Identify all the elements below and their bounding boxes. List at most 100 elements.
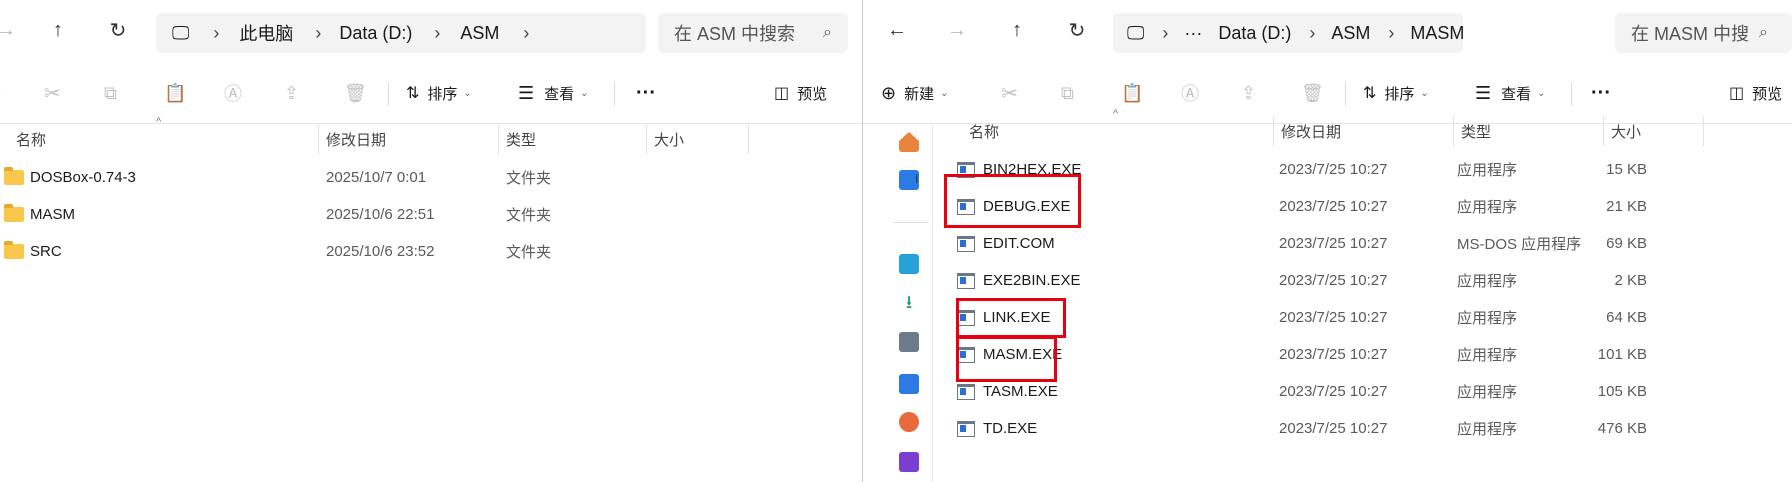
- preview-button[interactable]: ◫ 预览: [1729, 75, 1782, 111]
- file-date: 2025/10/6 23:52: [326, 243, 435, 260]
- nav-truncated-label: I: [915, 172, 919, 186]
- overflow-chevron-icon[interactable]: ›: [0, 75, 1, 111]
- share-icon[interactable]: ⇪: [284, 75, 299, 111]
- table-row[interactable]: LINK.EXE 2023/7/25 10:27 应用程序 64 KB: [957, 299, 1697, 336]
- column-divider[interactable]: [1453, 116, 1454, 146]
- breadcrumb-segment[interactable]: Data (D:): [339, 23, 412, 44]
- cut-icon[interactable]: ✂: [1001, 75, 1018, 111]
- column-header-name[interactable]: 名称: [969, 116, 999, 146]
- column-divider[interactable]: [1603, 116, 1604, 146]
- home-icon[interactable]: [899, 132, 919, 152]
- refresh-icon[interactable]: ↻: [104, 16, 132, 44]
- table-row[interactable]: EXE2BIN.EXE 2023/7/25 10:27 应用程序 2 KB: [957, 262, 1697, 299]
- chevron-right-icon[interactable]: ›: [1309, 23, 1315, 44]
- view-button[interactable]: ☰ 查看 ⌄: [518, 75, 589, 111]
- search-icon[interactable]: ⌕: [1759, 24, 1768, 42]
- column-header-date[interactable]: 修改日期: [1281, 116, 1341, 146]
- plus-circle-icon: ⊕: [881, 82, 897, 103]
- copy-icon[interactable]: ⧉: [104, 75, 117, 111]
- paste-icon[interactable]: 📋: [164, 75, 186, 111]
- refresh-icon[interactable]: ↻: [1063, 16, 1091, 44]
- view-button[interactable]: ☰ 查看 ⌄: [1475, 75, 1546, 111]
- table-row[interactable]: DOSBox-0.74-3 2025/10/7 0:01 文件夹: [4, 159, 844, 196]
- breadcrumb-segment[interactable]: 此电脑: [239, 20, 293, 46]
- paste-icon[interactable]: 📋: [1121, 75, 1143, 111]
- sort-button[interactable]: ⇅ 排序 ⌄: [1363, 75, 1429, 111]
- delete-icon[interactable]: 🗑: [1301, 75, 1324, 111]
- column-divider[interactable]: [498, 124, 499, 154]
- breadcrumb-segment[interactable]: MASM: [1410, 23, 1464, 44]
- file-date: 2023/7/25 10:27: [1279, 198, 1388, 215]
- breadcrumb-segment[interactable]: ASM: [1331, 23, 1370, 44]
- videos-icon[interactable]: [899, 452, 919, 472]
- column-header-size[interactable]: 大小: [1611, 116, 1641, 146]
- table-row[interactable]: MASM.EXE 2023/7/25 10:27 应用程序 101 KB: [957, 336, 1697, 373]
- executable-icon: [957, 383, 975, 400]
- search-icon[interactable]: ⌕: [823, 24, 832, 42]
- column-divider[interactable]: [646, 124, 647, 154]
- chevron-right-icon[interactable]: ›: [315, 23, 321, 44]
- chevron-right-icon[interactable]: ›: [1162, 23, 1168, 44]
- sort-button[interactable]: ⇅ 排序 ⌄: [406, 75, 472, 111]
- rename-icon[interactable]: Ⓐ: [224, 75, 242, 111]
- pictures-icon[interactable]: [899, 374, 919, 394]
- column-header-date[interactable]: 修改日期: [326, 124, 386, 154]
- up-arrow-icon[interactable]: ↑: [1003, 16, 1031, 44]
- forward-icon[interactable]: →: [0, 16, 20, 44]
- folder-icon: [4, 204, 24, 222]
- back-arrow-icon[interactable]: ←: [883, 16, 911, 44]
- chevron-right-icon[interactable]: ›: [523, 23, 529, 44]
- navigation-pane: I ⭳: [863, 124, 933, 482]
- search-placeholder: 在 MASM 中搜: [1631, 24, 1750, 44]
- preview-button[interactable]: ◫ 预览: [774, 75, 827, 111]
- table-row[interactable]: MASM 2025/10/6 22:51 文件夹: [4, 196, 844, 233]
- chevron-right-icon[interactable]: ›: [1388, 23, 1394, 44]
- view-list-icon: ☰: [1475, 82, 1492, 103]
- table-row[interactable]: TD.EXE 2023/7/25 10:27 应用程序 476 KB: [957, 410, 1697, 447]
- chevron-right-icon[interactable]: ›: [213, 23, 219, 44]
- table-row[interactable]: EDIT.COM 2023/7/25 10:27 MS-DOS 应用程序 69 …: [957, 225, 1697, 262]
- chevron-right-icon[interactable]: ›: [434, 23, 440, 44]
- more-options-icon[interactable]: ···: [1591, 75, 1611, 111]
- file-type: 应用程序: [1457, 162, 1518, 179]
- view-list-icon: ☰: [518, 82, 535, 103]
- left-address-bar[interactable]: 🖵 › 此电脑 › Data (D:) › ASM ›: [156, 13, 646, 53]
- computer-icon[interactable]: 🖵: [172, 23, 189, 44]
- column-divider[interactable]: [318, 124, 319, 154]
- breadcrumb-ellipsis[interactable]: ···: [1184, 23, 1202, 44]
- highlight-box-link: [956, 298, 1066, 338]
- breadcrumb-segment[interactable]: ASM: [460, 23, 499, 44]
- column-divider[interactable]: [1703, 116, 1704, 146]
- file-date: 2023/7/25 10:27: [1279, 161, 1388, 178]
- left-search-box[interactable]: 在 ASM 中搜索 ⌕: [658, 13, 848, 53]
- copy-icon[interactable]: ⧉: [1061, 75, 1074, 111]
- sort-ascending-icon: ^: [156, 116, 162, 128]
- computer-icon[interactable]: 🖵: [1127, 23, 1144, 44]
- file-type: 文件夹: [506, 244, 552, 261]
- column-header-type[interactable]: 类型: [1461, 116, 1491, 146]
- new-button[interactable]: ⊕ 新建 ⌄: [881, 75, 949, 111]
- delete-icon[interactable]: 🗑: [344, 75, 367, 111]
- column-header-name[interactable]: 名称: [16, 124, 46, 154]
- desktop-icon[interactable]: [899, 254, 919, 274]
- more-options-icon[interactable]: ···: [636, 75, 656, 111]
- column-divider[interactable]: [748, 124, 749, 154]
- cut-icon[interactable]: ✂: [44, 75, 61, 111]
- table-row[interactable]: TASM.EXE 2023/7/25 10:27 应用程序 105 KB: [957, 373, 1697, 410]
- view-label: 查看: [544, 85, 575, 103]
- documents-icon[interactable]: [899, 332, 919, 352]
- downloads-icon[interactable]: ⭳: [899, 292, 919, 312]
- forward-arrow-icon[interactable]: →: [943, 16, 971, 44]
- column-divider[interactable]: [1273, 116, 1274, 146]
- file-date: 2023/7/25 10:27: [1279, 420, 1388, 437]
- right-search-box[interactable]: 在 MASM 中搜 ⌕: [1615, 13, 1792, 53]
- share-icon[interactable]: ⇪: [1241, 75, 1256, 111]
- rename-icon[interactable]: Ⓐ: [1181, 75, 1199, 111]
- up-arrow-icon[interactable]: ↑: [44, 16, 72, 44]
- right-address-bar[interactable]: 🖵 › ··· Data (D:) › ASM › MASM: [1113, 13, 1464, 53]
- column-header-size[interactable]: 大小: [654, 124, 684, 154]
- table-row[interactable]: SRC 2025/10/6 23:52 文件夹: [4, 233, 844, 270]
- breadcrumb-segment[interactable]: Data (D:): [1218, 23, 1291, 44]
- music-icon[interactable]: [899, 412, 919, 432]
- column-header-type[interactable]: 类型: [506, 124, 536, 154]
